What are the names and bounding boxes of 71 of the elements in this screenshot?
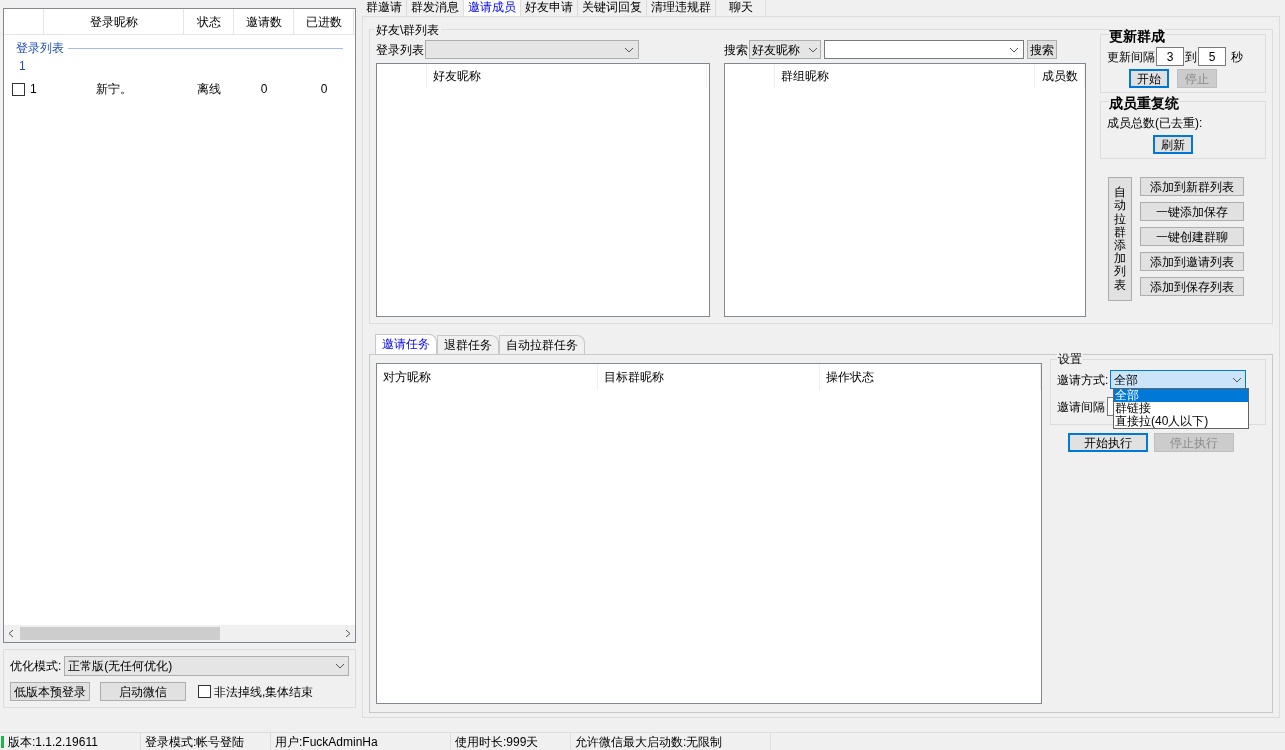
- task-tab[interactable]: 退群任务: [437, 335, 499, 354]
- dropdown-option[interactable]: 全部: [1114, 389, 1248, 402]
- column-header[interactable]: 邀请数: [234, 9, 294, 34]
- unit-label: 秒: [1231, 48, 1243, 66]
- search-label: 搜索: [724, 41, 748, 59]
- button[interactable]: 一键添加保存: [1140, 202, 1244, 221]
- table-cell-text: 0: [259, 81, 269, 98]
- group-count: 1: [18, 58, 27, 75]
- group-label: 登录列表: [16, 40, 64, 57]
- group-title: 好友\群列表: [374, 21, 442, 39]
- chevron-down-icon: [1009, 46, 1019, 53]
- chevron-down-icon: [1232, 376, 1243, 383]
- table-cell-text: 0: [319, 81, 329, 98]
- section-title: 更新群成: [1109, 29, 1165, 43]
- button[interactable]: 启动微信: [100, 682, 186, 701]
- section-title: 成员重复统: [1109, 96, 1179, 110]
- column-header[interactable]: 状态: [184, 9, 234, 34]
- column-header[interactable]: 好友昵称: [427, 64, 707, 88]
- to-label: 到: [1185, 48, 1197, 66]
- status-text: 使用时长:999天: [451, 732, 571, 750]
- button[interactable]: 刷新: [1153, 135, 1193, 154]
- table-cell-text: 1: [30, 81, 38, 98]
- chevron-down-icon: [335, 663, 345, 669]
- status-text: 版本:1.1.2.19611: [4, 732, 141, 750]
- scroll-left-icon[interactable]: [8, 629, 14, 638]
- table-cell-text: 离线: [196, 81, 222, 98]
- column-header[interactable]: 已进数: [294, 9, 354, 34]
- interval-label: 邀请间隔: [1057, 398, 1105, 416]
- section-title: 设置: [1057, 353, 1083, 365]
- chevron-down-icon: [624, 46, 634, 53]
- dropdown-option[interactable]: 群链接: [1114, 402, 1248, 415]
- member-total-label: 成员总数(已去重):: [1107, 115, 1203, 132]
- interval-to-field[interactable]: 5: [1198, 47, 1226, 66]
- method-dropdown[interactable]: 全部: [1110, 370, 1247, 389]
- login-list-label: 登录列表: [376, 41, 424, 59]
- table-cell-text: 新宁。: [95, 81, 133, 98]
- chevron-down-icon: [808, 46, 818, 53]
- column-header[interactable]: 群组昵称: [775, 64, 1035, 88]
- column-header[interactable]: 对方昵称: [377, 364, 599, 390]
- button[interactable]: 添加到邀请列表: [1140, 252, 1244, 271]
- auto-pull-button[interactable]: 自动拉群添加列表: [1108, 177, 1132, 301]
- checkbox[interactable]: 非法掉线,集体结束: [198, 682, 314, 701]
- button[interactable]: 添加到新群列表: [1140, 177, 1244, 196]
- button[interactable]: 低版本预登录: [10, 682, 90, 701]
- button[interactable]: 开始执行: [1068, 433, 1148, 452]
- button[interactable]: 一键创建群聊: [1140, 227, 1244, 246]
- task-tab[interactable]: 自动拉群任务: [499, 335, 585, 354]
- tab[interactable]: 邀请成员: [464, 0, 521, 16]
- column-header[interactable]: 操作状态: [819, 364, 1041, 390]
- optimize-dropdown[interactable]: 正常版(无任何优化): [64, 656, 349, 676]
- status-text: 登录模式:帐号登陆: [141, 732, 271, 750]
- column-header[interactable]: 登录昵称: [44, 9, 184, 34]
- status-text: 允许微信最大启动数:无限制: [571, 732, 771, 750]
- search-field[interactable]: [824, 40, 1024, 59]
- horizontal-scrollbar[interactable]: [4, 625, 355, 642]
- button[interactable]: 添加到保存列表: [1140, 277, 1244, 296]
- task-tab[interactable]: 邀请任务: [375, 334, 437, 354]
- interval-from-field[interactable]: 3: [1156, 47, 1184, 66]
- status-text: 用户:FuckAdminHa: [271, 732, 451, 750]
- optimize-label: 优化模式:: [10, 658, 62, 675]
- button[interactable]: 搜索: [1027, 40, 1057, 59]
- method-label: 邀请方式:: [1057, 371, 1109, 389]
- button[interactable]: 开始: [1129, 69, 1169, 88]
- column-header[interactable]: 目标群昵称: [598, 364, 820, 390]
- column-header[interactable]: 成员数: [1035, 64, 1085, 88]
- scroll-right-icon[interactable]: [345, 629, 351, 638]
- dropdown-option[interactable]: 直接拉(40人以下): [1114, 415, 1248, 428]
- login-row[interactable]: 1 新宁。 离线 0 0: [4, 77, 355, 101]
- row-checkbox[interactable]: [12, 82, 25, 96]
- search-type-dropdown[interactable]: 好友昵称: [749, 40, 821, 59]
- interval-label: 更新间隔: [1107, 48, 1155, 66]
